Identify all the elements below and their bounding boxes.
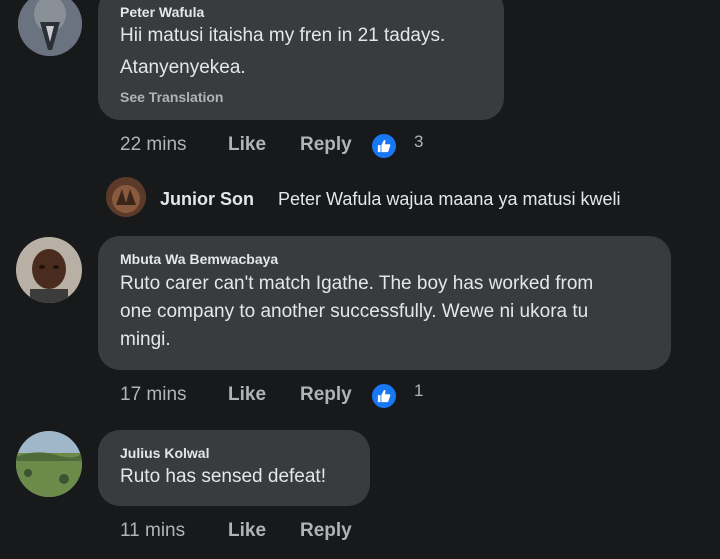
reply-button[interactable]: Reply: [300, 520, 352, 542]
reply-author[interactable]: Junior Son: [160, 189, 254, 210]
comment-time[interactable]: 22 mins: [120, 134, 187, 156]
comment-text: Ruto carer can't match Igathe. The boy h…: [120, 270, 668, 354]
comment-text-line: Ruto carer can't match Igathe. The boy h…: [120, 273, 594, 294]
reply-button[interactable]: Reply: [300, 384, 352, 406]
reply-button[interactable]: Reply: [300, 134, 352, 156]
avatar[interactable]: [18, 0, 82, 56]
avatar[interactable]: [16, 431, 82, 497]
like-reaction-badge[interactable]: [370, 382, 398, 410]
see-translation-link[interactable]: See Translation: [120, 89, 223, 105]
like-button[interactable]: Like: [228, 520, 266, 542]
reaction-count[interactable]: 1: [414, 381, 423, 401]
thumbs-up-icon: [377, 389, 391, 403]
landscape-avatar-icon: [16, 431, 82, 497]
comment-author[interactable]: Julius Kolwal: [120, 445, 209, 461]
comment-text: Ruto has sensed defeat!: [120, 463, 360, 491]
comment-time[interactable]: 17 mins: [120, 384, 187, 406]
reply-text: Peter Wafula wajua maana ya matusi kweli: [278, 189, 621, 209]
man-portrait-avatar-icon: [16, 237, 82, 303]
thumbs-up-icon: [377, 139, 391, 153]
hands-avatar-icon: [106, 177, 146, 217]
comment-text-line: mingi.: [120, 329, 171, 350]
comment-author[interactable]: Mbuta Wa Bemwacbaya: [120, 251, 278, 267]
comment-time[interactable]: 11 mins: [120, 520, 185, 542]
comment-text: Hii matusi itaisha my fren in 21 tadays.…: [120, 22, 500, 82]
comment-text-line: Atanyenyekea.: [120, 57, 246, 78]
comment-text-line: Hii matusi itaisha my fren in 21 tadays.: [120, 25, 446, 46]
avatar[interactable]: [106, 177, 146, 217]
like-button[interactable]: Like: [228, 134, 266, 156]
avatar[interactable]: [16, 237, 82, 303]
comment-text-line: one company to another successfully. Wew…: [120, 301, 589, 322]
reaction-count[interactable]: 3: [414, 132, 423, 152]
praying-hands-avatar-icon: [18, 0, 82, 56]
like-button[interactable]: Like: [228, 384, 266, 406]
comment-text-line: Ruto has sensed defeat!: [120, 466, 326, 487]
like-reaction-badge[interactable]: [370, 132, 398, 160]
comment-author[interactable]: Peter Wafula: [120, 4, 204, 20]
